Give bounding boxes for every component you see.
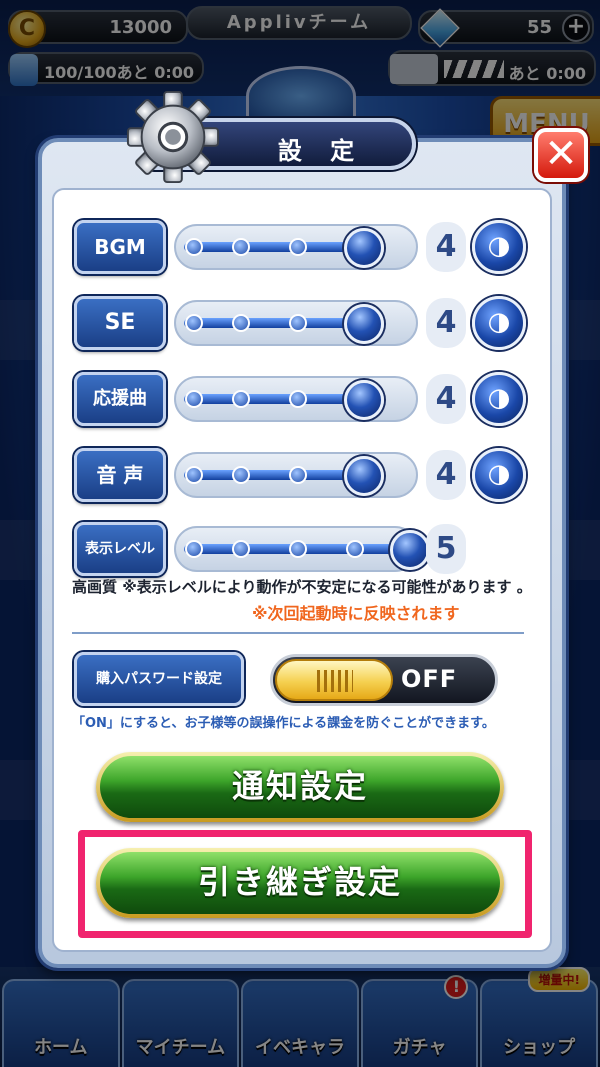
speaker-icon[interactable]: ◑	[472, 296, 526, 350]
purchase-password-label: 購入パスワード設定	[74, 652, 244, 706]
slider-tick	[289, 540, 307, 558]
slider-value: 4	[426, 222, 466, 272]
slider-tick	[232, 238, 250, 256]
slider-knob[interactable]	[344, 456, 385, 496]
slider-knob[interactable]	[390, 530, 430, 570]
notification-settings-button[interactable]: 通知設定	[96, 752, 504, 822]
slider-tick	[232, 540, 250, 558]
close-button[interactable]: ✕	[534, 128, 588, 182]
toggle-state: OFF	[401, 665, 458, 693]
slider-value: 4	[426, 450, 466, 500]
highlight-frame	[78, 830, 532, 938]
slider-tick	[185, 238, 203, 256]
slider-tick	[289, 466, 307, 484]
slider-tick	[185, 540, 203, 558]
slider-fill	[184, 394, 367, 404]
slider-tick	[232, 314, 250, 332]
slider-tick	[232, 466, 250, 484]
slider-value: 5	[426, 524, 466, 574]
slider-fill	[184, 242, 367, 252]
close-icon: ✕	[544, 131, 578, 177]
setting-label: 表示レベル	[74, 522, 166, 576]
slider-tick	[346, 540, 364, 558]
volume-slider[interactable]	[174, 300, 418, 346]
slider-value: 4	[426, 374, 466, 424]
slider-tick	[185, 466, 203, 484]
volume-slider[interactable]	[174, 452, 418, 498]
slider-fill	[184, 470, 367, 480]
slider-knob[interactable]	[344, 304, 385, 344]
speaker-icon[interactable]: ◑	[472, 220, 526, 274]
slider-knob[interactable]	[344, 228, 385, 268]
divider	[72, 632, 524, 634]
slider-tick	[185, 314, 203, 332]
setting-label: 応援曲	[74, 372, 166, 426]
slider-tick	[289, 314, 307, 332]
volume-slider[interactable]	[174, 526, 430, 572]
slider-tick	[185, 390, 203, 408]
dialog-title: 設 定	[277, 137, 365, 165]
slider-tick	[232, 390, 250, 408]
setting-label: 音 声	[74, 448, 166, 502]
purchase-password-toggle[interactable]: OFF	[270, 654, 498, 706]
slider-fill	[184, 318, 367, 328]
quality-note: 高画質 ※表示レベルにより動作が不安定になる可能性があります 。	[72, 578, 532, 596]
volume-slider[interactable]	[174, 376, 418, 422]
slider-tick	[289, 390, 307, 408]
slider-value: 4	[426, 298, 466, 348]
setting-label: SE	[74, 296, 166, 350]
setting-label: BGM	[74, 220, 166, 274]
toggle-grip-icon	[317, 670, 353, 692]
restart-note: ※次回起動時に反映されます	[252, 604, 460, 623]
notification-settings-label: 通知設定	[100, 756, 500, 818]
speaker-icon[interactable]: ◑	[472, 372, 526, 426]
slider-knob[interactable]	[344, 380, 385, 420]
volume-slider[interactable]	[174, 224, 418, 270]
gear-icon	[126, 90, 220, 184]
speaker-icon[interactable]: ◑	[472, 448, 526, 502]
slider-tick	[289, 238, 307, 256]
toggle-knob[interactable]	[275, 659, 393, 701]
password-note: 「ON」にすると、お子様等の誤操作による課金を防ぐことができます。	[72, 716, 495, 731]
